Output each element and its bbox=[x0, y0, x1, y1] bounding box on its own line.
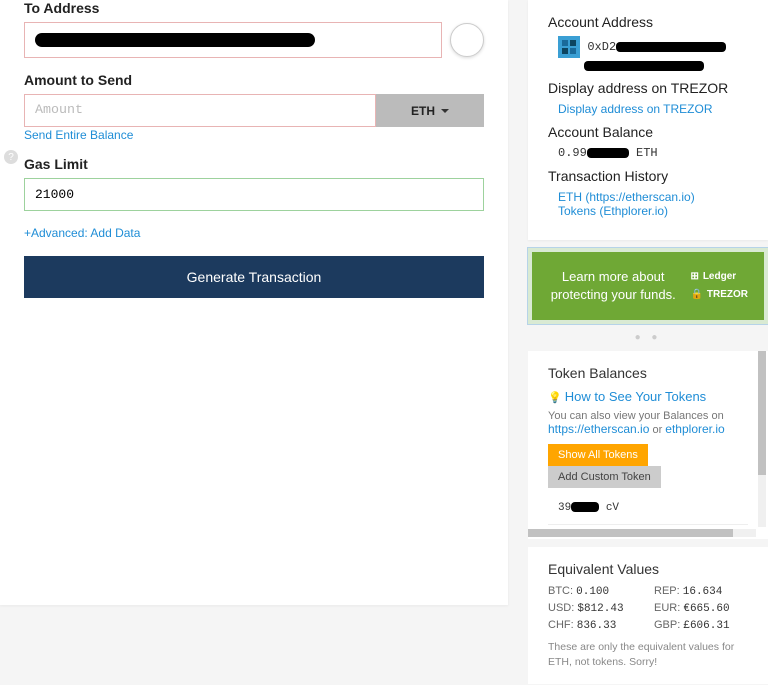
how-to-see-tokens-link[interactable]: How to See Your Tokens bbox=[565, 389, 706, 404]
currency-label: ETH bbox=[411, 104, 435, 118]
amount-label: Amount to Send bbox=[24, 72, 484, 88]
show-all-tokens-button[interactable]: Show All Tokens bbox=[548, 444, 648, 466]
promo-banner[interactable]: Learn more about protecting your funds. … bbox=[528, 248, 768, 324]
promo-logos: ⊞Ledger 🔒TREZOR bbox=[690, 268, 748, 304]
gas-limit-label: Gas Limit bbox=[24, 156, 484, 172]
help-icon[interactable]: ? bbox=[4, 150, 18, 164]
to-address-input[interactable] bbox=[24, 22, 442, 58]
equivalent-values-note: These are only the equivalent values for… bbox=[548, 640, 748, 669]
advanced-link[interactable]: +Advanced: Add Data bbox=[24, 226, 140, 240]
carousel-dots[interactable]: ● ● bbox=[528, 332, 768, 343]
balance-value: 0.99 bbox=[558, 146, 587, 160]
to-address-value bbox=[35, 33, 315, 47]
account-address-prefix: 0xD2 bbox=[587, 40, 616, 54]
identicon-icon bbox=[450, 23, 484, 57]
etherscan-link[interactable]: https://etherscan.io bbox=[548, 422, 649, 436]
account-address-heading: Account Address bbox=[548, 14, 748, 30]
send-transaction-panel: ? To Address Amount to Send ETH Send Ent… bbox=[0, 0, 508, 605]
scrollbar-horizontal[interactable] bbox=[528, 529, 756, 537]
tokens-history-link[interactable]: Tokens (Ethplorer.io) bbox=[558, 204, 668, 218]
ledger-icon: ⊞ bbox=[690, 268, 698, 286]
bulb-icon: 💡 bbox=[548, 392, 562, 404]
display-trezor-link[interactable]: Display address on TREZOR bbox=[558, 102, 713, 116]
account-balance-heading: Account Balance bbox=[548, 124, 748, 140]
transaction-history-heading: Transaction History bbox=[548, 168, 748, 184]
lock-icon: 🔒 bbox=[690, 286, 702, 304]
balance-unit: ETH bbox=[636, 146, 658, 160]
add-custom-token-button[interactable]: Add Custom Token bbox=[548, 466, 661, 488]
token-balance-row: 39 cV bbox=[548, 496, 748, 525]
promo-text: Learn more about protecting your funds. bbox=[548, 268, 678, 304]
account-sidebar: Account Address 0xD2 Display address on … bbox=[528, 0, 768, 605]
scrollbar-vertical[interactable] bbox=[758, 351, 766, 527]
amount-input[interactable] bbox=[24, 94, 376, 127]
to-address-label: To Address bbox=[24, 0, 484, 16]
display-trezor-heading: Display address on TREZOR bbox=[548, 80, 748, 96]
eth-history-link[interactable]: ETH (https://etherscan.io) bbox=[558, 190, 695, 204]
ethplorer-link[interactable]: ethplorer.io bbox=[665, 422, 724, 436]
token-balances-heading: Token Balances bbox=[548, 365, 748, 381]
generate-transaction-button[interactable]: Generate Transaction bbox=[24, 256, 484, 298]
gas-limit-input[interactable] bbox=[24, 178, 484, 211]
currency-dropdown[interactable]: ETH bbox=[376, 94, 484, 127]
equivalent-values-grid: BTC: 0.100 REP: 16.634 USD: $812.43 EUR:… bbox=[548, 585, 748, 632]
equivalent-values-heading: Equivalent Values bbox=[548, 561, 748, 577]
avatar-icon bbox=[558, 36, 580, 58]
chevron-down-icon bbox=[441, 109, 449, 113]
send-entire-balance-link[interactable]: Send Entire Balance bbox=[24, 128, 133, 142]
